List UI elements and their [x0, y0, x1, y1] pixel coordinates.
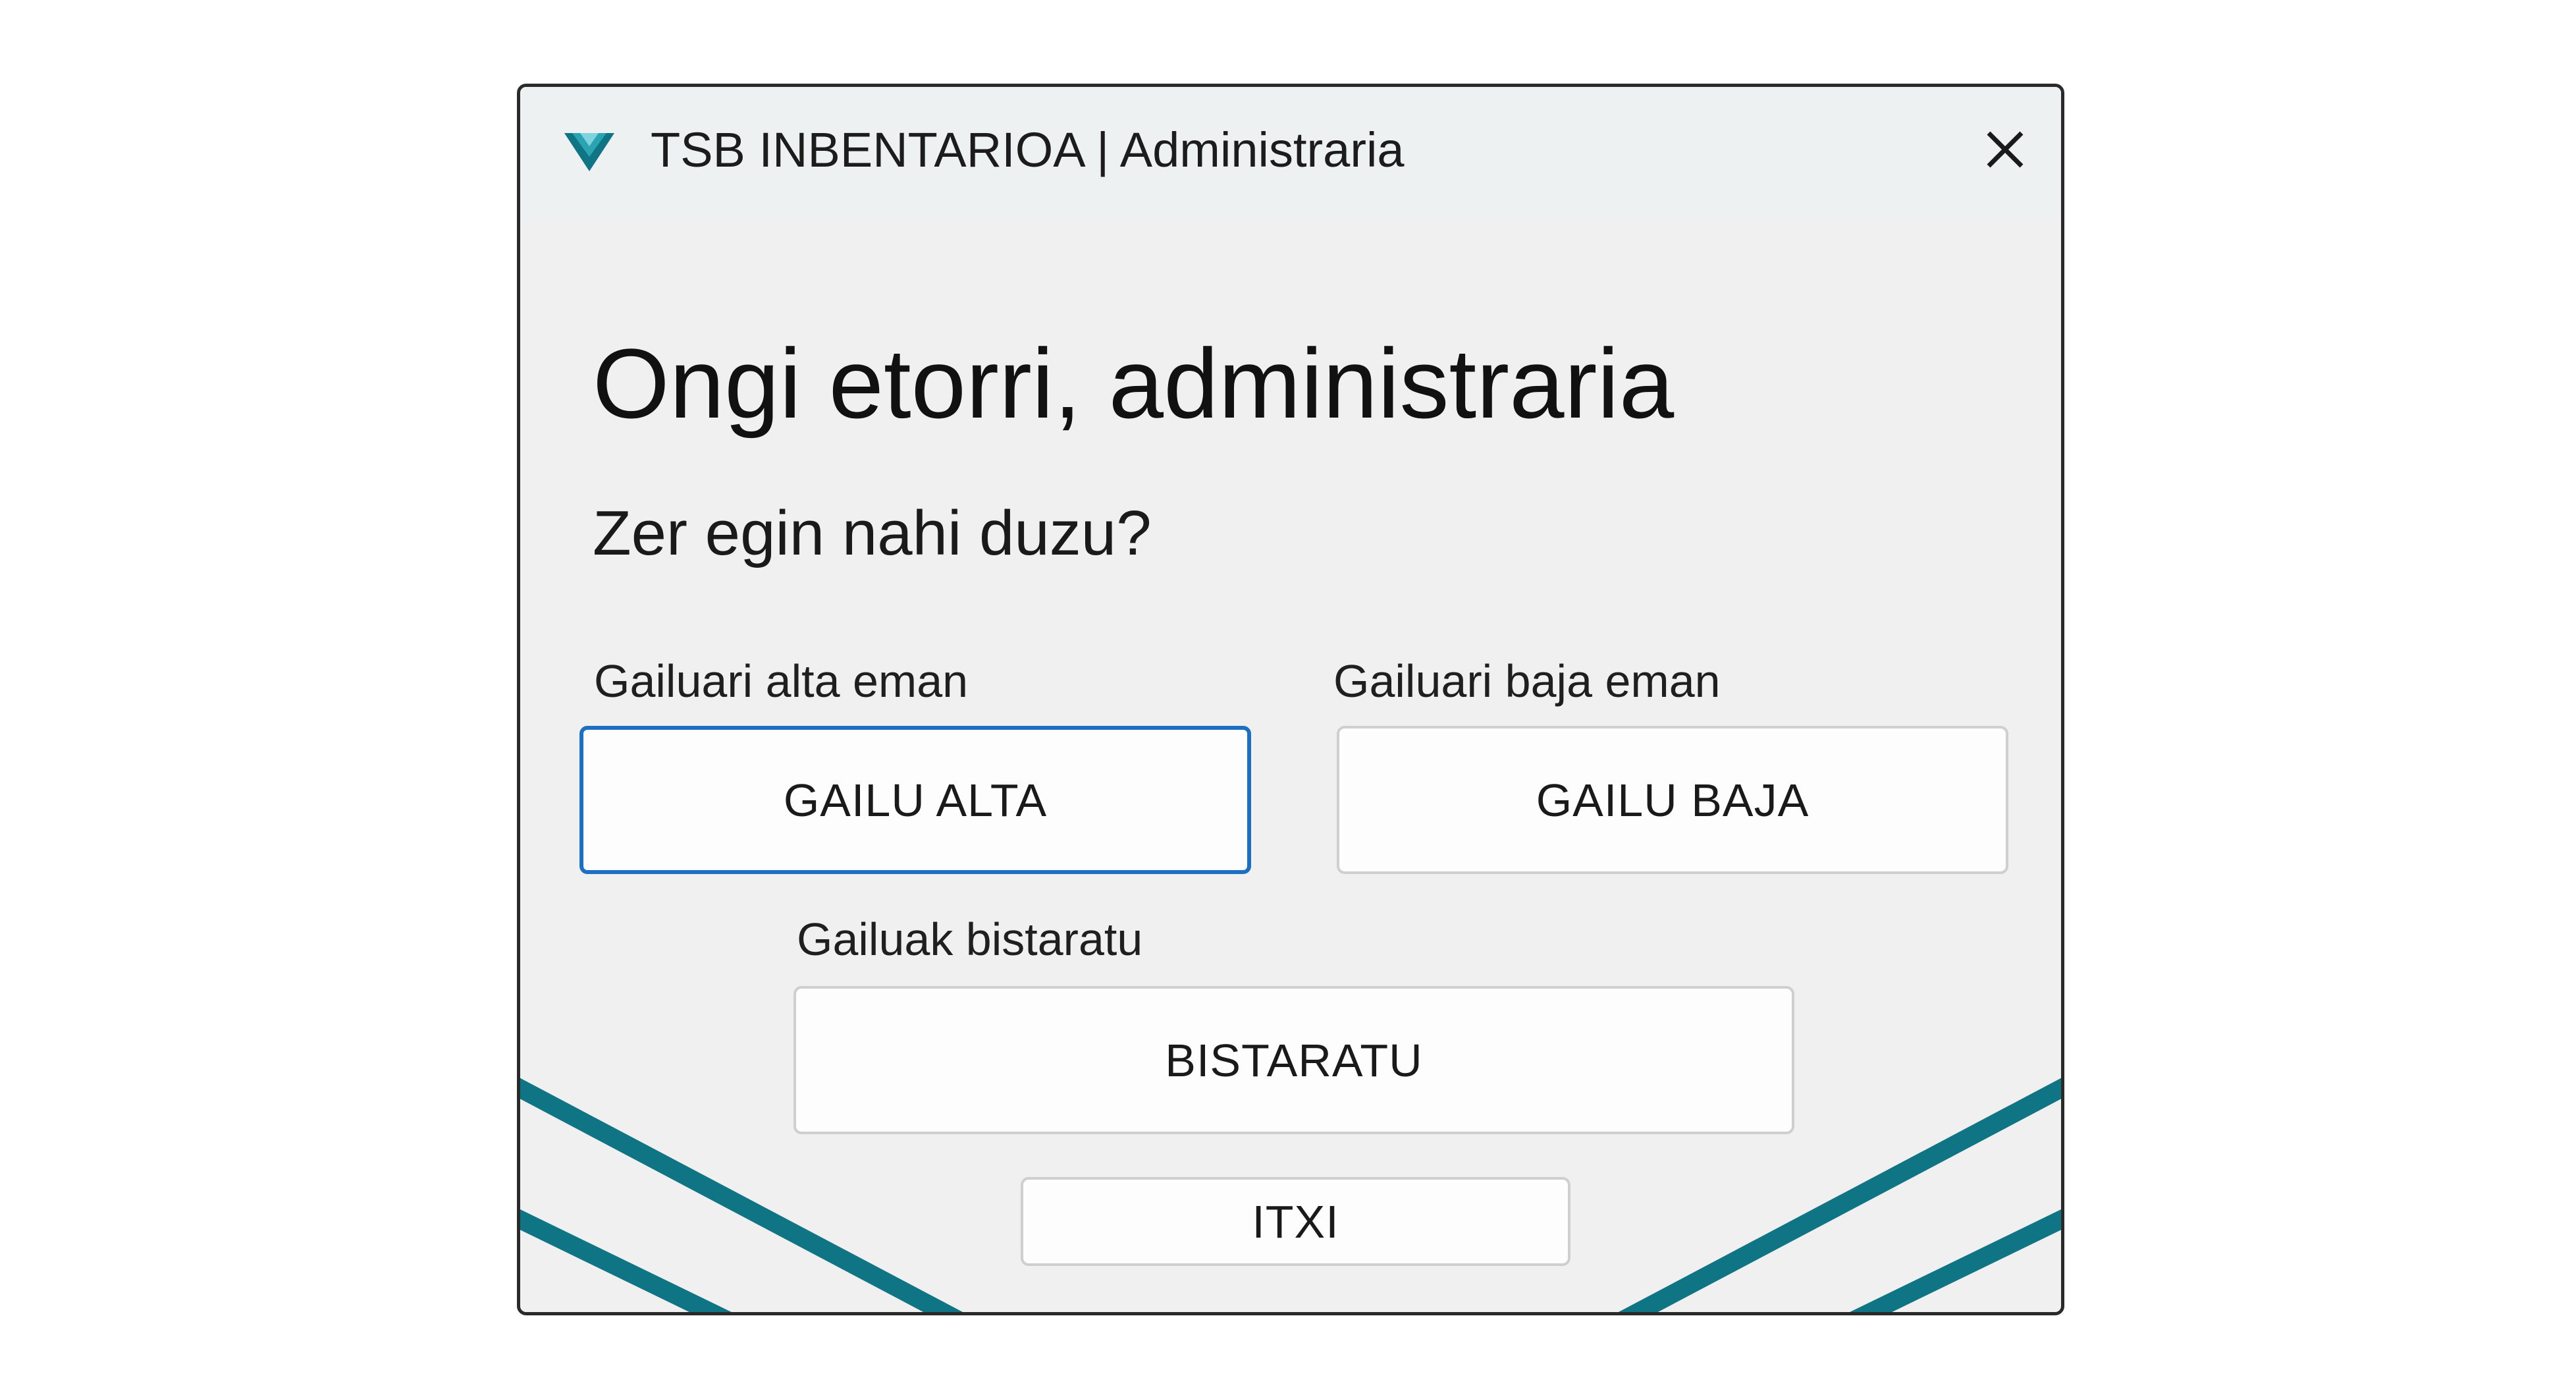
close-button[interactable]	[1969, 113, 2041, 186]
title-bar: TSB INBENTARIOA | Administraria	[520, 87, 2061, 219]
itxi-button[interactable]: ITXI	[1021, 1177, 1570, 1266]
gailu-baja-button[interactable]: GAILU BAJA	[1337, 726, 2008, 874]
bistaratu-button[interactable]: BISTARATU	[793, 986, 1794, 1134]
teal-diamond-icon	[563, 128, 616, 174]
alta-label: Gailuari alta eman	[594, 655, 969, 707]
bistaratu-label: Gailuak bistaratu	[797, 914, 1143, 965]
gailu-alta-button[interactable]: GAILU ALTA	[579, 726, 1251, 874]
close-icon	[1987, 131, 2024, 168]
stripe-right-lower	[1850, 1209, 2061, 1312]
page-subtitle: Zer egin nahi duzu?	[593, 498, 1152, 568]
baja-label: Gailuari baja eman	[1333, 655, 1721, 707]
window-title: TSB INBENTARIOA | Administraria	[651, 123, 1405, 177]
stripe-left-lower	[520, 1209, 732, 1312]
admin-window: TSB INBENTARIOA | Administraria Ongi eto…	[517, 84, 2064, 1315]
page-title: Ongi etorri, administraria	[593, 328, 1675, 439]
